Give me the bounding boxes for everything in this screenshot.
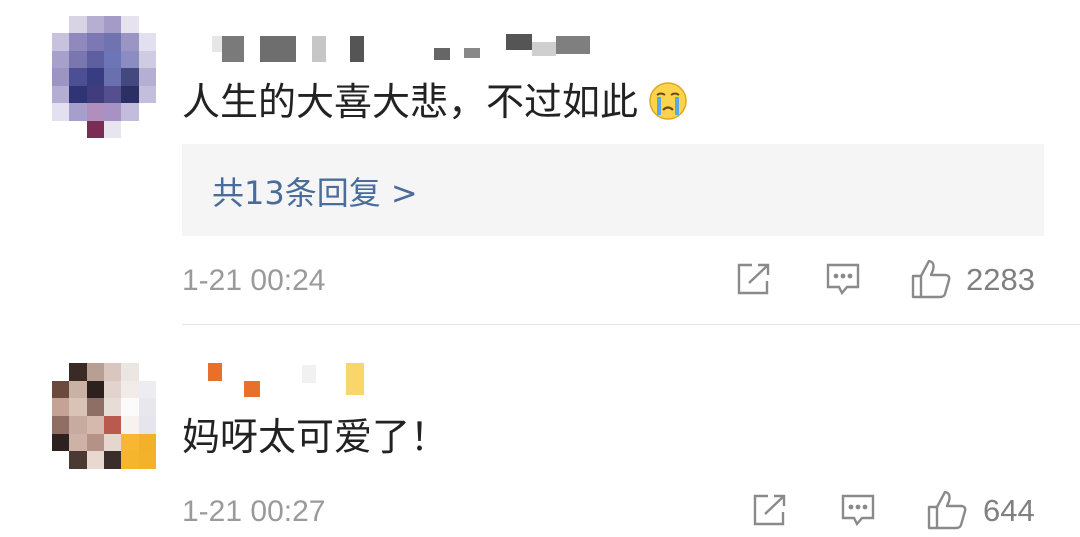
username-blurred[interactable] (182, 28, 602, 68)
share-icon[interactable] (736, 262, 772, 296)
replies-label: 共13条回复 > (212, 174, 418, 212)
comment-icon[interactable] (825, 262, 861, 298)
crying-face-emoji-icon (648, 81, 688, 121)
share-icon[interactable] (752, 493, 788, 527)
like-count: 644 (983, 493, 1035, 528)
avatar[interactable] (52, 363, 156, 469)
like-icon[interactable] (910, 258, 952, 300)
view-replies-button[interactable]: 共13条回复 > (182, 144, 1044, 236)
comment-timestamp: 1-21 00:27 (182, 495, 326, 528)
avatar[interactable] (52, 16, 156, 138)
comment-icon[interactable] (840, 493, 876, 529)
like-count: 2283 (966, 262, 1035, 297)
like-icon[interactable] (926, 489, 968, 531)
comment-text: 妈呀太可爱了！ (182, 415, 448, 459)
comment-text-content: 妈呀太可爱了！ (182, 415, 449, 459)
comment-timestamp: 1-21 00:24 (182, 264, 326, 297)
username-blurred[interactable] (182, 361, 382, 401)
comment-item: 人生的大喜大悲，不过如此 共13条回复 > 1-21 00:24 2283 (0, 0, 1080, 324)
comment-text-content: 人生的大喜大悲，不过如此 (182, 80, 639, 124)
comment-text: 人生的大喜大悲，不过如此 (182, 80, 688, 124)
comment-item: 妈呀太可爱了！ 1-21 00:27 644 (0, 325, 1080, 537)
